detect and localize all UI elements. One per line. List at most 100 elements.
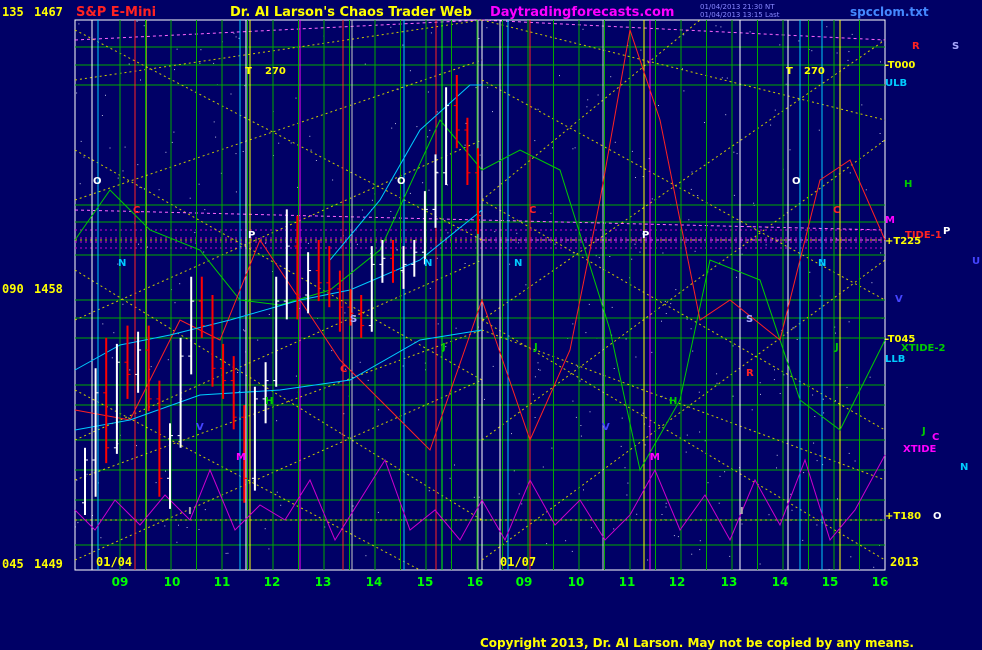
star-dot [697,195,699,196]
star-dot [692,350,694,352]
star-dot [636,513,638,515]
star-dot [364,63,366,65]
star-dot [199,62,201,64]
star-dot [688,219,690,221]
legend-label: C [932,432,939,443]
star-dot [422,182,424,184]
star-dot [225,552,227,554]
star-dot [760,393,761,395]
star-dot [814,416,816,417]
star-dot [538,368,540,370]
star-dot [436,111,438,113]
legend-label: -T000 [885,60,915,71]
star-dot [75,526,76,528]
star-dot [665,313,667,314]
star-dot [635,356,637,358]
star-dot [690,188,692,190]
hour-tick-label: 12 [669,575,686,589]
star-dot [624,467,626,469]
star-dot [165,151,167,153]
star-dot [579,380,581,382]
star-dot [552,147,554,149]
star-dot [759,563,761,565]
flux-label: H [669,396,677,407]
star-dot [847,59,849,61]
star-dot [478,38,480,39]
star-dot [634,243,636,245]
star-dot [598,257,600,259]
star-dot [718,502,720,504]
star-dot [534,417,536,418]
star-dot [309,135,311,137]
star-dot [486,27,488,29]
star-dot [280,504,282,506]
star-dot [278,142,280,144]
star-dot [117,177,119,179]
star-dot [791,509,793,511]
star-dot [796,339,798,340]
star-dot [725,114,727,116]
star-dot [475,87,477,89]
star-dot [818,129,820,131]
star-dot [793,327,795,329]
star-dot [204,509,206,511]
flux-label: N [118,258,126,269]
star-dot [732,345,734,347]
star-dot [798,40,800,42]
star-dot [164,525,166,527]
legend-label: +T225 [885,236,921,247]
star-dot [83,156,85,158]
star-dot [846,386,848,388]
flux-label: S [350,314,357,325]
star-dot [200,49,202,51]
star-dot [402,44,404,46]
star-dot [571,550,573,552]
star-dot [532,393,534,395]
star-dot [626,494,628,496]
star-dot [565,540,567,542]
legend-label: +T180 [885,511,921,522]
star-dot [686,434,688,436]
star-dot [881,141,883,142]
star-dot [694,250,696,252]
star-dot [436,257,438,259]
star-dot [609,256,611,257]
star-dot [359,361,361,363]
star-dot [837,498,838,500]
star-dot [111,357,113,359]
star-dot [429,129,431,131]
star-dot [243,329,244,331]
star-dot [100,537,102,539]
hour-tick-label: 10 [568,575,585,589]
star-dot [677,536,679,538]
star-dot [437,323,439,325]
star-dot [849,172,851,174]
star-dot [454,464,455,466]
star-dot [396,249,398,251]
star-dot [102,323,104,325]
legend-label: XTIDE-2 [901,343,946,354]
star-dot [770,124,772,126]
star-dot [733,151,735,153]
flux-label: N [424,258,432,269]
star-dot [165,470,166,472]
star-dot [580,425,582,426]
star-dot [147,246,148,248]
star-dot [809,271,811,273]
star-dot [158,189,160,191]
star-dot [631,258,633,260]
star-dot [776,467,777,469]
star-dot [129,369,131,371]
hour-tick-label: 10 [164,575,181,589]
y-tick-bottom-angle: 045 [2,557,24,571]
star-dot [880,40,882,42]
star-dot [826,26,828,28]
star-dot [813,442,815,444]
site-url: Daytradingforecasts.com [490,5,675,20]
flux-label: C [340,364,347,375]
star-dot [455,327,457,329]
star-dot [707,482,709,484]
star-dot [572,148,574,150]
star-dot [268,548,270,550]
y-tick-mid-price: 1458 [34,282,63,296]
